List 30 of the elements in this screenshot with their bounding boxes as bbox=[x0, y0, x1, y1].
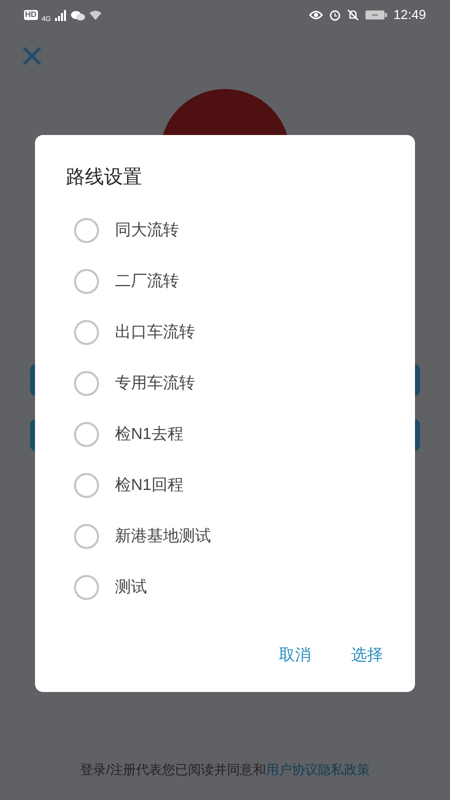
option-label[interactable]: 专用车流转 bbox=[115, 372, 195, 396]
option-label[interactable]: 测试 bbox=[115, 576, 147, 600]
close-icon[interactable] bbox=[22, 46, 42, 66]
radio-button[interactable] bbox=[74, 422, 99, 447]
radio-button[interactable] bbox=[74, 218, 99, 243]
battery-icon bbox=[365, 10, 388, 20]
signal-icon bbox=[54, 10, 67, 20]
option-label[interactable]: 出口车流转 bbox=[115, 320, 195, 344]
radio-button[interactable] bbox=[74, 371, 99, 396]
radio-button[interactable] bbox=[74, 269, 99, 294]
eye-icon bbox=[309, 10, 324, 20]
option-label[interactable]: 检N1回程 bbox=[115, 474, 184, 498]
cancel-button[interactable]: 取消 bbox=[269, 640, 321, 672]
status-time: 12:49 bbox=[393, 6, 426, 24]
option-label[interactable]: 同大流转 bbox=[115, 218, 179, 242]
radio-button[interactable] bbox=[74, 320, 99, 345]
chat-icon bbox=[70, 10, 85, 20]
mute-bell-icon bbox=[347, 9, 360, 21]
alarm-icon bbox=[329, 9, 342, 21]
agreement-text: 登录/注册代表您已阅读并同意和用户协议隐私政策 bbox=[79, 760, 371, 778]
select-button[interactable]: 选择 bbox=[341, 640, 393, 672]
option-label[interactable]: 检N1去程 bbox=[115, 422, 184, 446]
radio-button[interactable] bbox=[74, 473, 99, 498]
wifi-icon bbox=[88, 10, 102, 20]
dialog-title: 路线设置 bbox=[65, 166, 143, 190]
option-label[interactable]: 新港基地测试 bbox=[115, 524, 211, 548]
hd-icon: HD bbox=[24, 10, 38, 20]
radio-button[interactable] bbox=[74, 575, 99, 600]
radio-button[interactable] bbox=[74, 524, 99, 549]
option-label[interactable]: 二厂流转 bbox=[115, 270, 179, 294]
